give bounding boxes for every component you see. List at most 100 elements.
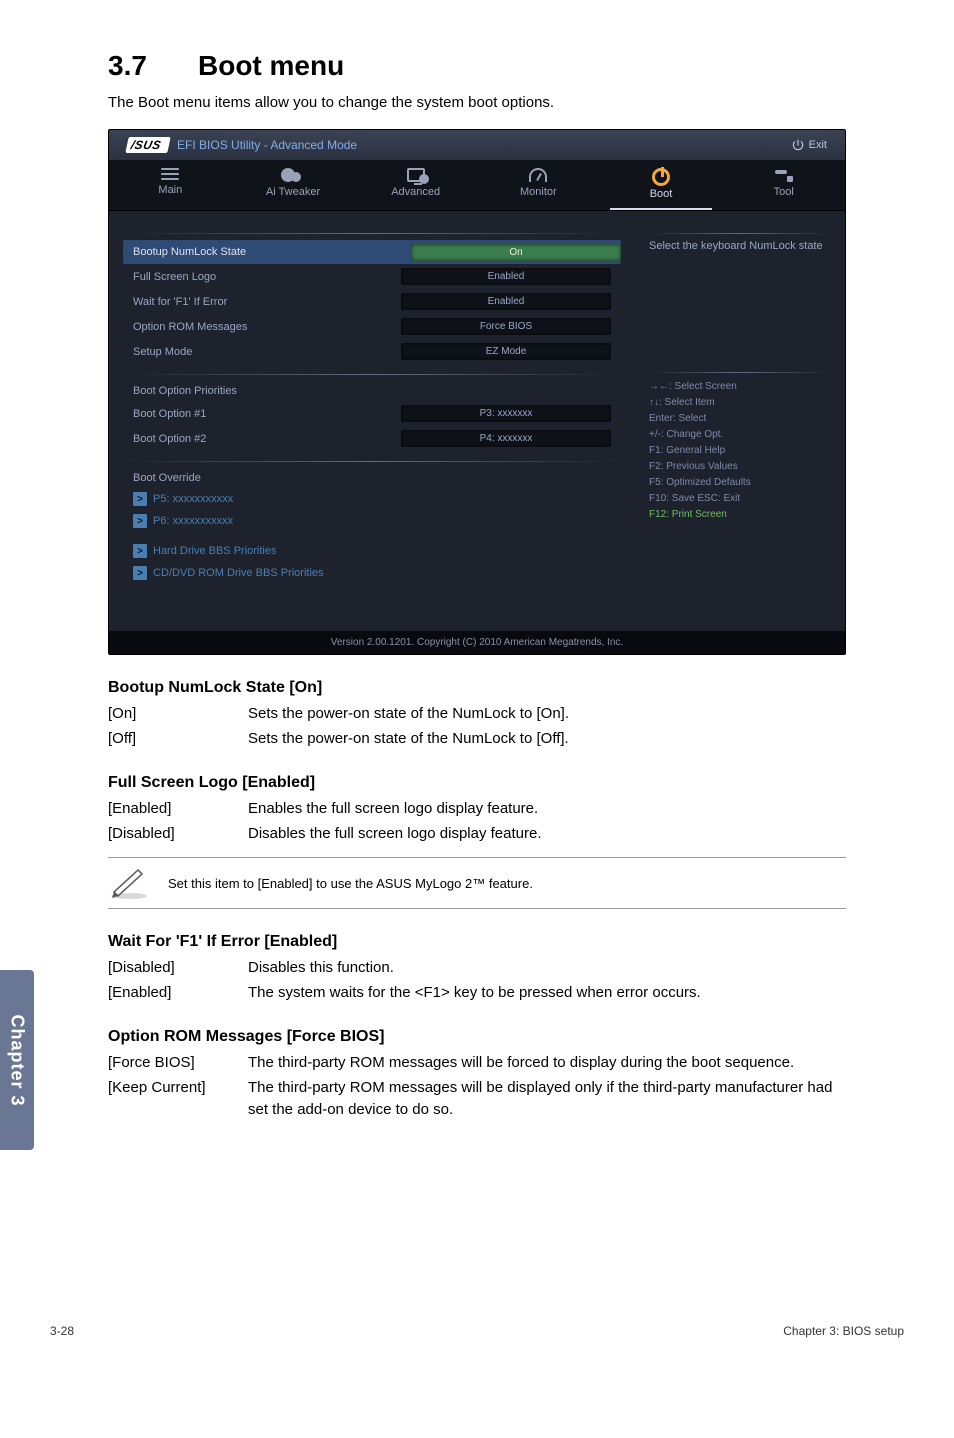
page-heading: 3.7Boot menu <box>108 50 846 82</box>
optionrom-value[interactable]: Force BIOS <box>401 318 611 335</box>
heading-title: Boot menu <box>198 50 344 81</box>
power-icon <box>652 168 670 186</box>
row-option-rom[interactable]: Option ROM Messages Force BIOS <box>123 314 621 339</box>
bootopt2-value[interactable]: P4: xxxxxxx <box>401 430 611 447</box>
help-text: Select the keyboard NumLock state <box>649 240 831 252</box>
bios-tabs: Main Ai Tweaker Advanced Monitor Boot To… <box>109 160 845 211</box>
clouds-icon <box>281 168 305 182</box>
key-hint: F1: General Help <box>649 443 831 459</box>
opt-key: [Disabled] <box>108 823 248 846</box>
override-p6[interactable]: > P6: xxxxxxxxxxx <box>123 510 621 532</box>
bios-left-panel: Bootup NumLock State On Full Screen Logo… <box>109 211 635 631</box>
tab-main-label: Main <box>158 184 182 196</box>
arrow-icon: > <box>133 566 147 580</box>
tab-tool-label: Tool <box>774 186 794 198</box>
opt-key: [Off] <box>108 728 248 751</box>
bios-titlebar: /SUS EFI BIOS Utility - Advanced Mode Ex… <box>109 130 845 160</box>
chapter-side-tab: Chapter 3 <box>0 970 34 1150</box>
fullscreen-value[interactable]: Enabled <box>401 268 611 285</box>
opt-val: Enables the full screen logo display fea… <box>248 798 538 821</box>
tab-monitor[interactable]: Monitor <box>477 160 600 210</box>
opt-val: Disables the full screen logo display fe… <box>248 823 542 846</box>
bios-window: /SUS EFI BIOS Utility - Advanced Mode Ex… <box>108 129 846 655</box>
row-fullscreen-logo[interactable]: Full Screen Logo Enabled <box>123 264 621 289</box>
heading-number: 3.7 <box>108 50 198 82</box>
exit-button[interactable]: Exit <box>791 138 827 152</box>
exit-icon <box>791 138 805 152</box>
key-hint: F10: Save ESC: Exit <box>649 491 831 507</box>
override-hard-drive[interactable]: > Hard Drive BBS Priorities <box>123 540 621 562</box>
override-p5[interactable]: >P5: xxxxxxxxxxx <box>123 488 621 510</box>
gauge-icon <box>529 168 547 182</box>
waitf1-label: Wait for 'F1' If Error <box>133 296 401 308</box>
row-wait-f1[interactable]: Wait for 'F1' If Error Enabled <box>123 289 621 314</box>
note-box: Set this item to [Enabled] to use the AS… <box>108 857 846 909</box>
row-numlock-state[interactable]: Bootup NumLock State On <box>123 240 621 264</box>
opt-key: [Enabled] <box>108 982 248 1005</box>
bios-footer: Version 2.00.1201. Copyright (C) 2010 Am… <box>109 631 845 654</box>
tab-monitor-label: Monitor <box>520 186 557 198</box>
override-p5-label: P5: xxxxxxxxxxx <box>153 493 233 505</box>
override-p6-label: P6: xxxxxxxxxxx <box>153 515 233 527</box>
opt-key: [On] <box>108 703 248 726</box>
row-setup-mode[interactable]: Setup Mode EZ Mode <box>123 339 621 364</box>
tab-ai-tweaker[interactable]: Ai Tweaker <box>232 160 355 210</box>
page-footer: 3-28 Chapter 3: BIOS setup <box>0 1324 954 1358</box>
opt-val: The system waits for the <F1> key to be … <box>248 982 701 1005</box>
monitor-gear-icon <box>407 168 425 182</box>
optionrom-label: Option ROM Messages <box>133 321 401 333</box>
bootopt1-value[interactable]: P3: xxxxxxx <box>401 405 611 422</box>
numlock-value[interactable]: On <box>411 244 621 261</box>
exit-label: Exit <box>809 139 827 151</box>
override-cd-label: CD/DVD ROM Drive BBS Priorities <box>153 567 324 579</box>
waitf1-value[interactable]: Enabled <box>401 293 611 310</box>
opt-val: Sets the power-on state of the NumLock t… <box>248 728 569 751</box>
opt-val: Disables this function. <box>248 957 394 980</box>
opt-val: The third-party ROM messages will be dis… <box>248 1077 846 1122</box>
boot-priorities-header: Boot Option Priorities <box>123 381 621 401</box>
pencil-icon <box>108 866 150 900</box>
key-hint: Enter: Select <box>649 411 831 427</box>
tab-tool[interactable]: Tool <box>722 160 845 210</box>
key-hint: +/-: Change Opt. <box>649 427 831 443</box>
key-hint: →←: Select Screen <box>649 379 831 395</box>
opt-val: Sets the power-on state of the NumLock t… <box>248 703 569 726</box>
arrow-icon: > <box>133 544 147 558</box>
footer-left: 3-28 <box>50 1324 74 1338</box>
section-optionrom-title: Option ROM Messages [Force BIOS] <box>108 1028 846 1046</box>
boot-override-header: Boot Override <box>123 468 621 488</box>
bootopt2-label: Boot Option #2 <box>133 433 401 445</box>
tools-icon <box>775 168 793 182</box>
tab-boot-label: Boot <box>650 188 673 200</box>
list-icon <box>161 168 179 180</box>
key-hint: F2: Previous Values <box>649 459 831 475</box>
opt-key: [Keep Current] <box>108 1077 248 1122</box>
setupmode-label: Setup Mode <box>133 346 401 358</box>
brand-area: /SUS EFI BIOS Utility - Advanced Mode <box>127 137 357 153</box>
override-hard-label: Hard Drive BBS Priorities <box>153 545 276 557</box>
numlock-label: Bootup NumLock State <box>123 240 411 264</box>
section-fullscreen-title: Full Screen Logo [Enabled] <box>108 774 846 792</box>
intro-text: The Boot menu items allow you to change … <box>108 94 846 111</box>
section-numlock-title: Bootup NumLock State [On] <box>108 679 846 697</box>
key-hint: F5: Optimized Defaults <box>649 475 831 491</box>
fullscreen-label: Full Screen Logo <box>133 271 401 283</box>
key-hint: ↑↓: Select Item <box>649 395 831 411</box>
row-boot-option-2[interactable]: Boot Option #2 P4: xxxxxxx <box>123 426 621 451</box>
note-text: Set this item to [Enabled] to use the AS… <box>168 876 533 891</box>
tab-ai-label: Ai Tweaker <box>266 186 320 198</box>
setupmode-value[interactable]: EZ Mode <box>401 343 611 360</box>
bios-title: EFI BIOS Utility - Advanced Mode <box>177 138 357 152</box>
opt-val: The third-party ROM messages will be for… <box>248 1052 846 1075</box>
opt-key: [Disabled] <box>108 957 248 980</box>
tab-advanced[interactable]: Advanced <box>354 160 477 210</box>
row-boot-option-1[interactable]: Boot Option #1 P3: xxxxxxx <box>123 401 621 426</box>
opt-key: [Force BIOS] <box>108 1052 248 1075</box>
override-cddvd[interactable]: > CD/DVD ROM Drive BBS Priorities <box>123 562 621 584</box>
tab-main[interactable]: Main <box>109 160 232 210</box>
bios-right-panel: Select the keyboard NumLock state →←: Se… <box>635 211 845 631</box>
arrow-icon: > <box>133 514 147 528</box>
footer-right: Chapter 3: BIOS setup <box>783 1324 904 1338</box>
tab-advanced-label: Advanced <box>391 186 440 198</box>
tab-boot[interactable]: Boot <box>600 160 723 210</box>
